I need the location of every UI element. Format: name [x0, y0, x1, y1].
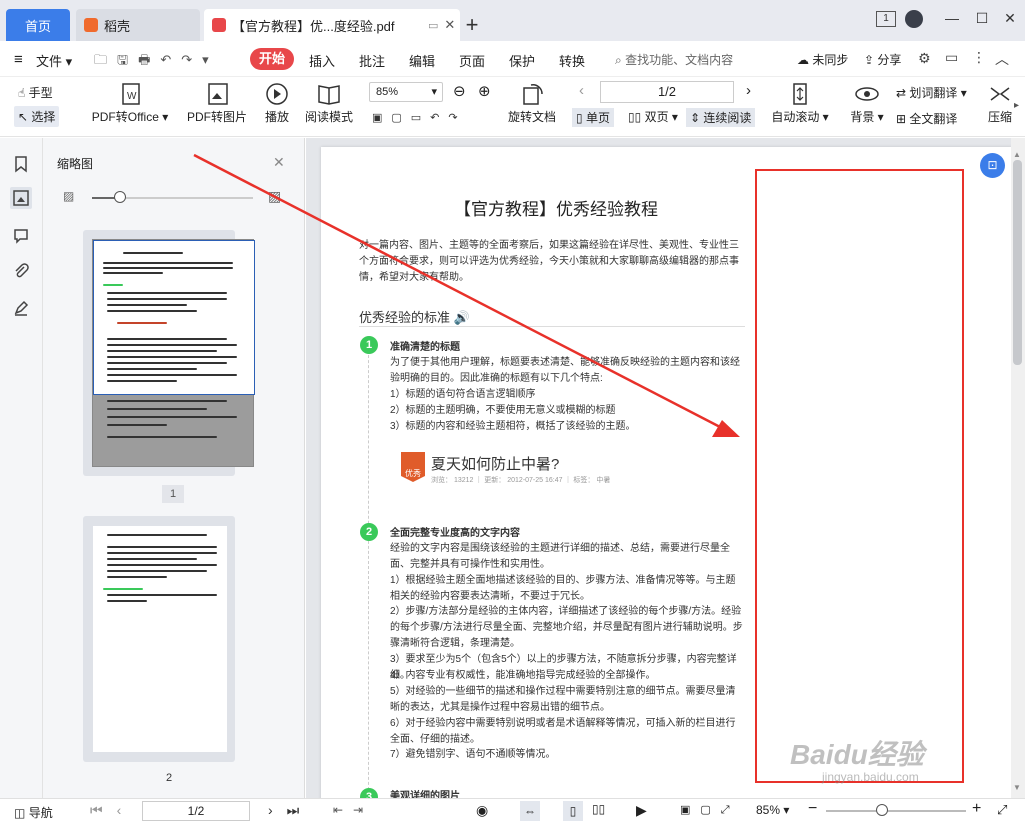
navigation-toggle[interactable]: ◫ 导航: [14, 804, 53, 821]
next-last-page-icons[interactable]: ›⏭: [268, 802, 313, 819]
single-page-view-icon[interactable]: ▯: [563, 801, 583, 821]
status-zoom-in-icon[interactable]: +: [972, 800, 981, 818]
annotation-arrow: [193, 153, 740, 437]
status-page-input[interactable]: 1/2: [142, 801, 250, 821]
play-status-icon[interactable]: ▶: [636, 802, 647, 819]
fit-page-icons[interactable]: ▣▢⤢: [680, 803, 740, 817]
baidu-watermark-url: jingyan.baidu.com: [822, 770, 919, 784]
history-nav-icons[interactable]: ⇤⇥: [333, 803, 373, 817]
status-zoom-handle[interactable]: [876, 804, 888, 816]
status-zoom-slider[interactable]: [826, 810, 966, 812]
double-page-view-icon[interactable]: ▯▯: [592, 802, 605, 816]
eye-protection-icon[interactable]: ◉: [476, 802, 488, 819]
sidebar-toggle-icon: ◫: [14, 806, 26, 820]
fullscreen-icon[interactable]: ⤢: [997, 802, 1007, 818]
first-prev-page-icons[interactable]: ⏮‹: [90, 802, 135, 819]
status-zoom-select[interactable]: 85% ▾: [756, 803, 789, 817]
fit-width-icon[interactable]: ⇔: [520, 801, 540, 821]
baidu-watermark: Baidu经验: [790, 739, 924, 770]
status-zoom-out-icon[interactable]: −: [808, 800, 817, 818]
